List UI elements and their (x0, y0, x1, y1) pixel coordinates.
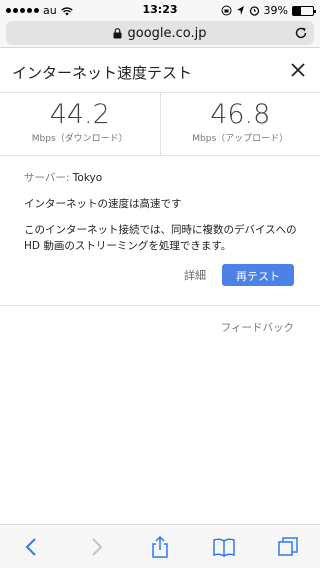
close-button[interactable] (288, 60, 308, 80)
bookmarks-icon (213, 538, 235, 557)
feedback-link[interactable]: フィードバック (221, 320, 294, 335)
card-title: インターネット速度テスト (12, 64, 193, 82)
upload-result: 46.8 Mbps（アップロード） (159, 93, 320, 155)
tabs-button[interactable] (268, 527, 308, 567)
download-speed-value: 44.2 (49, 99, 110, 130)
alarm-icon (249, 6, 259, 16)
result-details: サーバー: Tokyo インターネットの速度は高速です このインターネット接続で… (0, 156, 320, 254)
server-info: サーバー: Tokyo (24, 170, 300, 186)
speed-description: このインターネット接続では、同時に複数のデバイスへの HD 動画のストリーミング… (24, 224, 297, 252)
orientation-lock-icon (221, 5, 232, 16)
browser-address-bar: google.co.jp (0, 20, 320, 48)
battery-percent: 39% (263, 4, 288, 17)
battery-level (293, 6, 301, 15)
speed-test-card: インターネット速度テスト 44.2 Mbps（ダウンロード） 46.8 Mbps… (0, 48, 320, 306)
forward-button[interactable] (76, 527, 116, 567)
speed-results: 44.2 Mbps（ダウンロード） 46.8 Mbps（アップロード） (0, 93, 320, 156)
location-icon (236, 6, 244, 15)
retest-button[interactable]: 再テスト (222, 264, 294, 286)
reload-icon[interactable] (294, 26, 308, 40)
speed-quality-text: インターネットの速度は高速です (24, 198, 182, 210)
server-label: サーバー: (24, 172, 73, 184)
url-text: google.co.jp (127, 25, 207, 41)
status-bar: au 13:23 39% (0, 0, 320, 20)
download-result: 44.2 Mbps（ダウンロード） (0, 93, 160, 155)
status-right: 39% (221, 4, 316, 17)
battery-icon (292, 5, 316, 16)
back-icon (25, 537, 36, 556)
card-header: インターネット速度テスト (0, 48, 320, 93)
server-name: Tokyo (72, 172, 103, 184)
close-icon (291, 63, 305, 77)
back-button[interactable] (12, 527, 52, 567)
browser-toolbar (0, 524, 320, 568)
bookmarks-button[interactable] (204, 527, 244, 567)
upload-speed-label: Mbps（アップロード） (192, 134, 289, 144)
url-field[interactable]: google.co.jp (6, 21, 314, 45)
details-link[interactable]: 詳細 (184, 267, 206, 283)
upload-speed-value: 46.8 (210, 99, 271, 130)
tabs-icon (278, 536, 298, 556)
download-speed-label: Mbps（ダウンロード） (31, 134, 128, 144)
share-button[interactable] (140, 527, 180, 567)
forward-icon (92, 537, 103, 556)
share-icon (152, 535, 168, 558)
lock-icon (113, 27, 122, 38)
card-actions: 詳細 再テスト (184, 264, 294, 286)
